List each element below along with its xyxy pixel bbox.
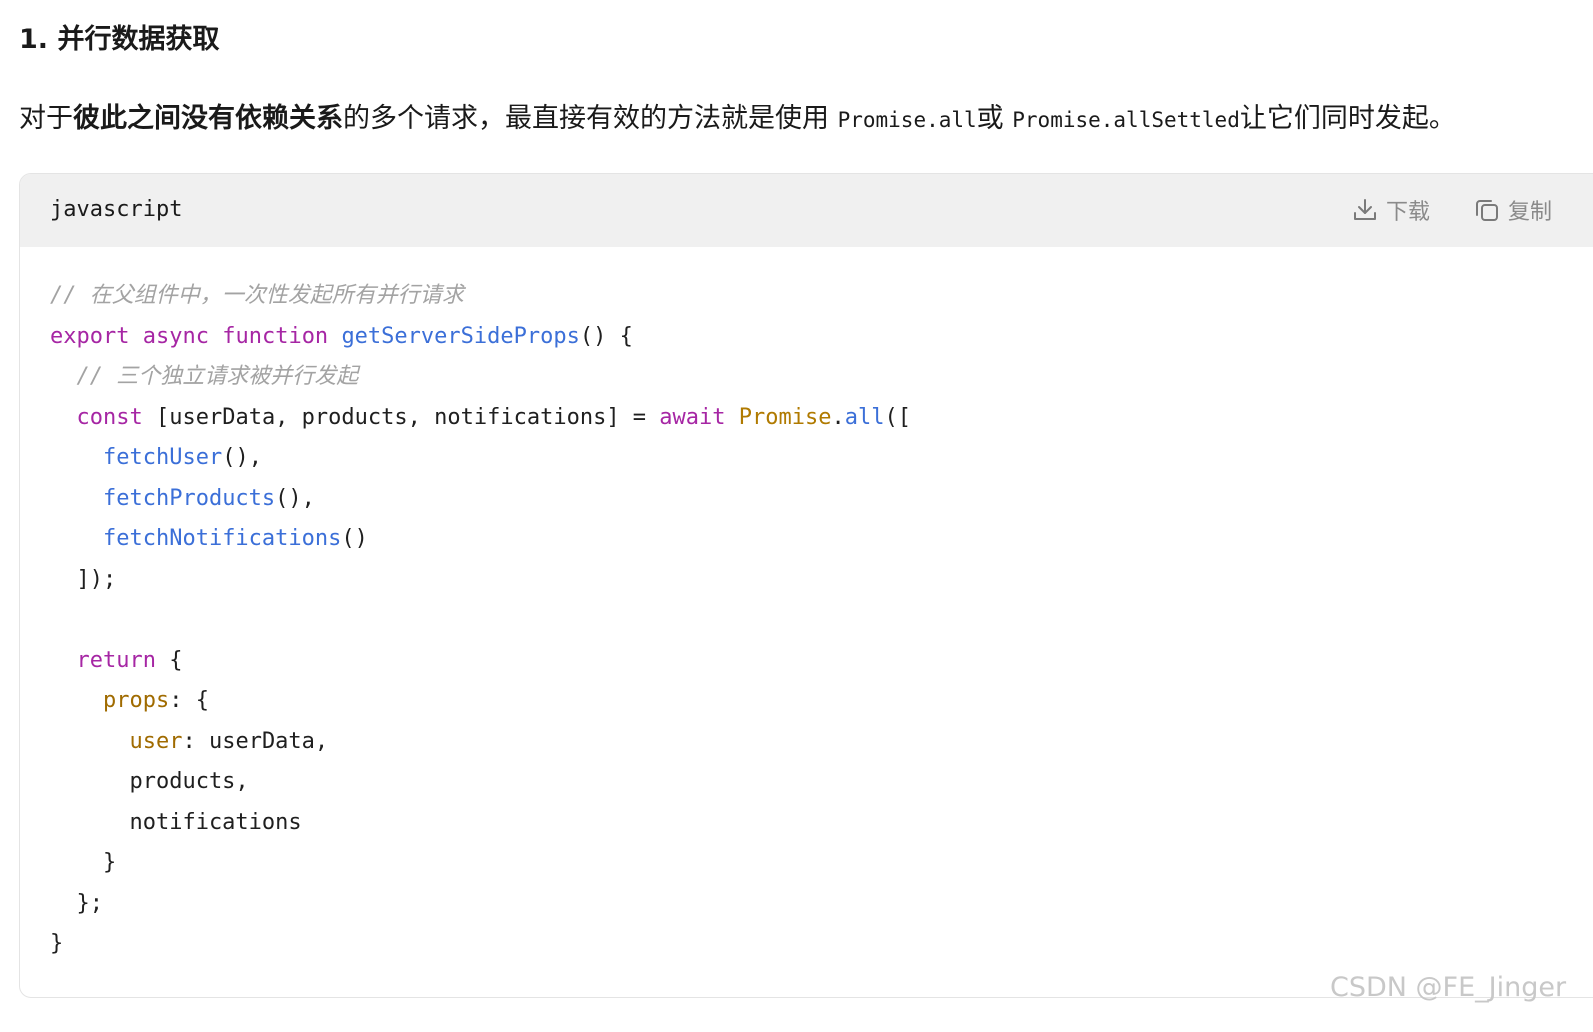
code-token-func: fetchProducts xyxy=(102,485,276,511)
intro-paragraph: 对于彼此之间没有依赖关系的多个请求，最直接有效的方法就是使用 Promise.a… xyxy=(19,98,1456,141)
code-token-plain: } xyxy=(50,850,117,875)
code-block-header: javascript 下载 复制 xyxy=(20,174,1593,247)
code-token-keyword: async xyxy=(142,323,209,349)
code-line: notifications xyxy=(50,803,911,844)
code-token-keyword: return xyxy=(76,647,156,673)
copy-icon xyxy=(1474,197,1500,223)
code-line: products, xyxy=(50,762,911,803)
code-token-keyword: function xyxy=(222,323,329,349)
code-token-keyword: export xyxy=(50,323,130,349)
code-line: // 三个独立请求被并行发起 xyxy=(50,357,911,398)
code-token-func: all xyxy=(844,404,885,430)
watermark: CSDN @FE_Jinger xyxy=(1330,972,1567,1003)
download-button[interactable]: 下载 xyxy=(1352,192,1430,228)
code-token-keyword: await xyxy=(659,404,726,430)
code-line: const [userData, products, notifications… xyxy=(50,398,912,439)
code-token-plain: } xyxy=(50,931,64,956)
code-token-plain: (), xyxy=(222,445,262,470)
code-token-plain: ([ xyxy=(884,404,912,430)
inline-code-promise-all: Promise.all xyxy=(837,108,977,132)
code-line: fetchNotifications() xyxy=(50,519,911,560)
code-token-plain: ]); xyxy=(50,566,117,592)
code-token-prop: user xyxy=(129,728,183,754)
section-heading: 1. 并行数据获取 xyxy=(19,20,219,60)
code-line: user: userData, xyxy=(50,722,911,763)
copy-label: 复制 xyxy=(1508,200,1553,225)
code-token-keyword: const xyxy=(76,404,143,430)
download-label: 下载 xyxy=(1386,200,1431,225)
paragraph-bold-text: 彼此之间没有依赖关系 xyxy=(73,103,343,134)
code-line: } xyxy=(50,843,911,884)
code-token-plain: (), xyxy=(275,485,315,511)
code-language-label: javascript xyxy=(50,197,183,222)
download-icon xyxy=(1352,197,1378,223)
code-token-plain: () { xyxy=(579,323,633,349)
code-token-comment: // 在父组件中，一次性发起所有并行请求 xyxy=(50,283,464,308)
code-token-plain: notifications xyxy=(50,809,302,835)
code-token-plain: () xyxy=(341,526,368,551)
code-token-plain: products, xyxy=(50,769,249,794)
code-token-func: getServerSideProps xyxy=(341,323,580,349)
code-line: ]); xyxy=(50,560,911,601)
code-token-plain: [userData, products, notifications] = xyxy=(142,404,660,430)
code-content: // 在父组件中，一次性发起所有并行请求 export async functio… xyxy=(50,276,911,965)
paragraph-text-3: 或 xyxy=(976,103,1004,134)
code-token-prop: props xyxy=(102,688,170,713)
code-line: fetchUser(), xyxy=(50,438,911,479)
code-line: props: { xyxy=(50,681,911,722)
heading-title: 并行数据获取 xyxy=(57,24,220,55)
code-line: fetchProducts(), xyxy=(50,479,911,520)
code-token-class: Promise xyxy=(738,404,832,430)
paragraph-text-1: 对于 xyxy=(19,103,73,134)
paragraph-text-2: 的多个请求，最直接有效的方法就是使用 xyxy=(343,103,829,134)
copy-button[interactable]: 复制 xyxy=(1474,192,1552,228)
code-block: javascript 下载 复制 // 在父组件中，一次性发起所有并行请求 exp… xyxy=(19,173,1593,998)
inline-code-promise-allsettled: Promise.allSettled xyxy=(1012,108,1240,132)
code-token-plain: : userData, xyxy=(182,728,329,754)
heading-number: 1. xyxy=(19,24,49,55)
code-token-plain: : { xyxy=(169,688,209,713)
code-token-func: fetchUser xyxy=(102,445,223,470)
code-token-plain: . xyxy=(831,404,845,430)
code-line: export async function getServerSideProps… xyxy=(50,317,911,358)
code-line: } xyxy=(50,924,911,965)
code-line: }; xyxy=(50,884,911,925)
paragraph-text-4: 让它们同时发起。 xyxy=(1239,103,1456,134)
code-token-comment: // 三个独立请求被并行发起 xyxy=(76,364,359,389)
code-token-func: fetchNotifications xyxy=(102,526,342,551)
code-line: // 在父组件中，一次性发起所有并行请求 xyxy=(50,276,911,317)
code-token-plain: { xyxy=(155,647,183,673)
code-line: return { xyxy=(50,641,911,682)
code-token-plain: }; xyxy=(50,890,103,916)
